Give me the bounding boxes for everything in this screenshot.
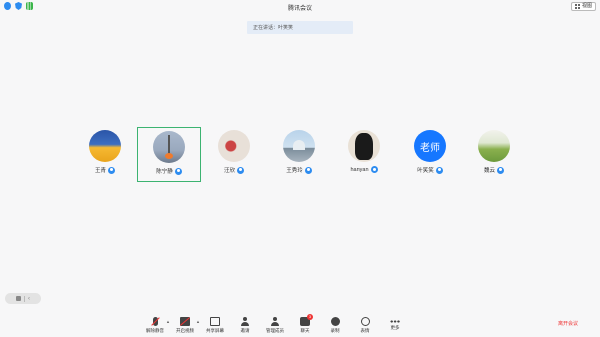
camera-off-icon bbox=[180, 317, 190, 326]
user-profile-icon[interactable] bbox=[174, 167, 182, 175]
title-bar: 腾讯会议 视图 bbox=[0, 0, 600, 14]
share-screen-icon bbox=[210, 317, 220, 326]
participant-tile[interactable]: 汪欣 bbox=[202, 127, 266, 182]
user-profile-icon[interactable] bbox=[435, 166, 443, 174]
share-screen-button[interactable]: 共享屏幕 bbox=[200, 314, 230, 336]
speaking-indicator-text: 正在讲话：叶笑笑 bbox=[253, 25, 294, 31]
participant-name: 魏云 bbox=[483, 168, 495, 174]
screen-share-control[interactable]: ‹ bbox=[5, 293, 41, 304]
avatar-text: 老师 bbox=[420, 142, 440, 154]
chat-icon: 3 bbox=[300, 314, 313, 326]
invite-button[interactable]: 邀请 bbox=[230, 314, 260, 336]
more-icon bbox=[390, 320, 400, 323]
user-profile-icon[interactable] bbox=[304, 166, 312, 174]
toolbar-label: 邀请 bbox=[240, 328, 250, 333]
chevron-left-icon[interactable]: ‹ bbox=[28, 296, 30, 302]
participant-name-row: 魏云 bbox=[484, 166, 504, 174]
participant-name: hanyan bbox=[350, 166, 369, 173]
invite-icon bbox=[241, 317, 249, 326]
screen-icon[interactable] bbox=[16, 296, 21, 301]
participant-name-row: 王秀玲 bbox=[286, 166, 312, 174]
record-icon bbox=[330, 317, 340, 326]
toolbar-label: 录制 bbox=[330, 328, 340, 333]
participant-name: 王秀玲 bbox=[286, 168, 303, 174]
participant-name-row: 王青 bbox=[95, 166, 115, 174]
chat-button[interactable]: 3 聊天 bbox=[290, 314, 320, 336]
user-profile-icon[interactable] bbox=[237, 166, 244, 174]
emoji-button[interactable]: 表情 bbox=[350, 314, 380, 336]
toolbar-label: 表情 bbox=[360, 328, 370, 333]
grid-view-icon bbox=[574, 4, 580, 9]
participant-tile[interactable]: 王秀玲 bbox=[267, 127, 331, 182]
meeting-info-icon[interactable] bbox=[4, 2, 11, 10]
participant-name-row: 陈宁静 bbox=[156, 167, 182, 175]
toolbar-label: 开启视频 bbox=[176, 328, 194, 333]
toolbar-label: 更多 bbox=[390, 325, 400, 330]
participant-tile[interactable]: 老师 叶笑笑 bbox=[398, 127, 462, 182]
security-shield-icon[interactable] bbox=[15, 2, 22, 10]
participant-name: 陈宁静 bbox=[156, 169, 173, 175]
avatar bbox=[218, 130, 250, 162]
participant-name-row: 叶笑笑 bbox=[417, 166, 443, 174]
avatar bbox=[153, 131, 185, 163]
leave-meeting-button[interactable]: 离开会议 bbox=[558, 320, 578, 327]
participant-name: 叶笑笑 bbox=[417, 168, 434, 174]
record-button[interactable]: 录制 bbox=[320, 314, 350, 336]
manage-members-icon bbox=[271, 317, 279, 326]
avatar bbox=[283, 130, 315, 162]
user-profile-icon[interactable] bbox=[370, 166, 378, 173]
participant-tile[interactable]: hanyan bbox=[332, 127, 396, 182]
toolbar-label: 解除静音 bbox=[146, 328, 164, 333]
participant-tile-active[interactable]: 陈宁静 bbox=[137, 127, 201, 182]
participant-tile[interactable]: 王青 bbox=[73, 127, 137, 182]
participant-name-row: 汪欣 bbox=[224, 166, 244, 174]
participant-name: 王青 bbox=[94, 168, 106, 174]
user-profile-icon[interactable] bbox=[497, 166, 504, 174]
window-title: 腾讯会议 bbox=[287, 5, 312, 12]
network-signal-icon[interactable] bbox=[26, 2, 33, 10]
meeting-toolbar: 解除静音 ▲ 开启视频 ▲ 共享屏幕 邀请 管理成员 3 聊天 录制 表情 更多 bbox=[140, 314, 410, 336]
participant-tile[interactable]: 魏云 bbox=[462, 127, 526, 182]
unmute-button[interactable]: 解除静音 ▲ bbox=[140, 314, 170, 336]
participant-gallery: 王青 陈宁静 汪欣 王秀玲 hanyan 老师 叶笑笑 魏云 bbox=[0, 127, 600, 183]
user-profile-icon[interactable] bbox=[108, 166, 115, 174]
avatar bbox=[348, 130, 380, 162]
unread-badge: 3 bbox=[307, 314, 313, 320]
avatar bbox=[89, 130, 121, 162]
toolbar-label: 管理成员 bbox=[266, 328, 284, 333]
emoji-icon bbox=[360, 317, 370, 326]
more-button[interactable]: 更多 bbox=[380, 314, 410, 336]
avatar bbox=[478, 130, 510, 162]
view-toggle-button[interactable]: 视图 bbox=[570, 2, 596, 11]
toolbar-label: 聊天 bbox=[300, 328, 310, 333]
microphone-muted-icon bbox=[152, 317, 158, 326]
divider bbox=[24, 295, 25, 302]
avatar: 老师 bbox=[414, 130, 446, 162]
participant-name: 汪欣 bbox=[223, 168, 235, 174]
speaking-indicator: 正在讲话：叶笑笑 bbox=[247, 21, 353, 34]
manage-members-button[interactable]: 管理成员 bbox=[260, 314, 290, 336]
title-bar-status-icons bbox=[4, 2, 33, 10]
participant-name-row: hanyan bbox=[350, 166, 378, 173]
toolbar-label: 共享屏幕 bbox=[206, 328, 224, 333]
start-video-button[interactable]: 开启视频 ▲ bbox=[170, 314, 200, 336]
view-toggle-label: 视图 bbox=[581, 3, 592, 9]
